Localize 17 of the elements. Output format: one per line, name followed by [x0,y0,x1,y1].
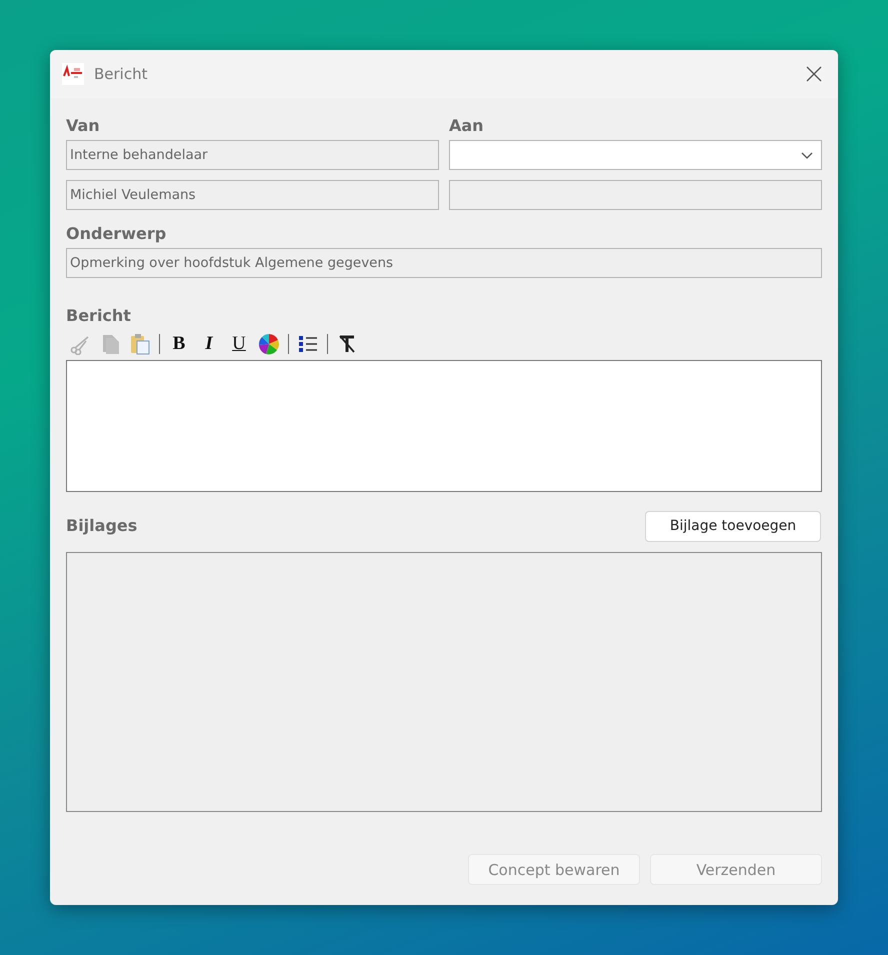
italic-button[interactable]: I [198,333,220,355]
window-title: Bericht [94,65,148,83]
to-label: Aan [449,115,485,137]
chevron-down-icon [801,152,813,158]
attachments-label: Bijlages [66,515,138,537]
underline-button[interactable]: U [228,333,250,355]
app-logo-icon [62,63,84,85]
recipient-dropdown[interactable] [449,140,822,170]
bold-button[interactable]: B [168,333,190,355]
message-label: Bericht [66,305,132,327]
add-attachment-button[interactable]: Bijlage toevoegen [645,510,821,542]
color-wheel-icon[interactable] [258,333,280,355]
close-icon[interactable] [806,66,822,82]
bullet-list-icon[interactable] [297,333,319,355]
from-label: Van [66,115,101,137]
subject-label: Onderwerp [66,223,168,245]
paste-icon[interactable] [129,333,151,355]
